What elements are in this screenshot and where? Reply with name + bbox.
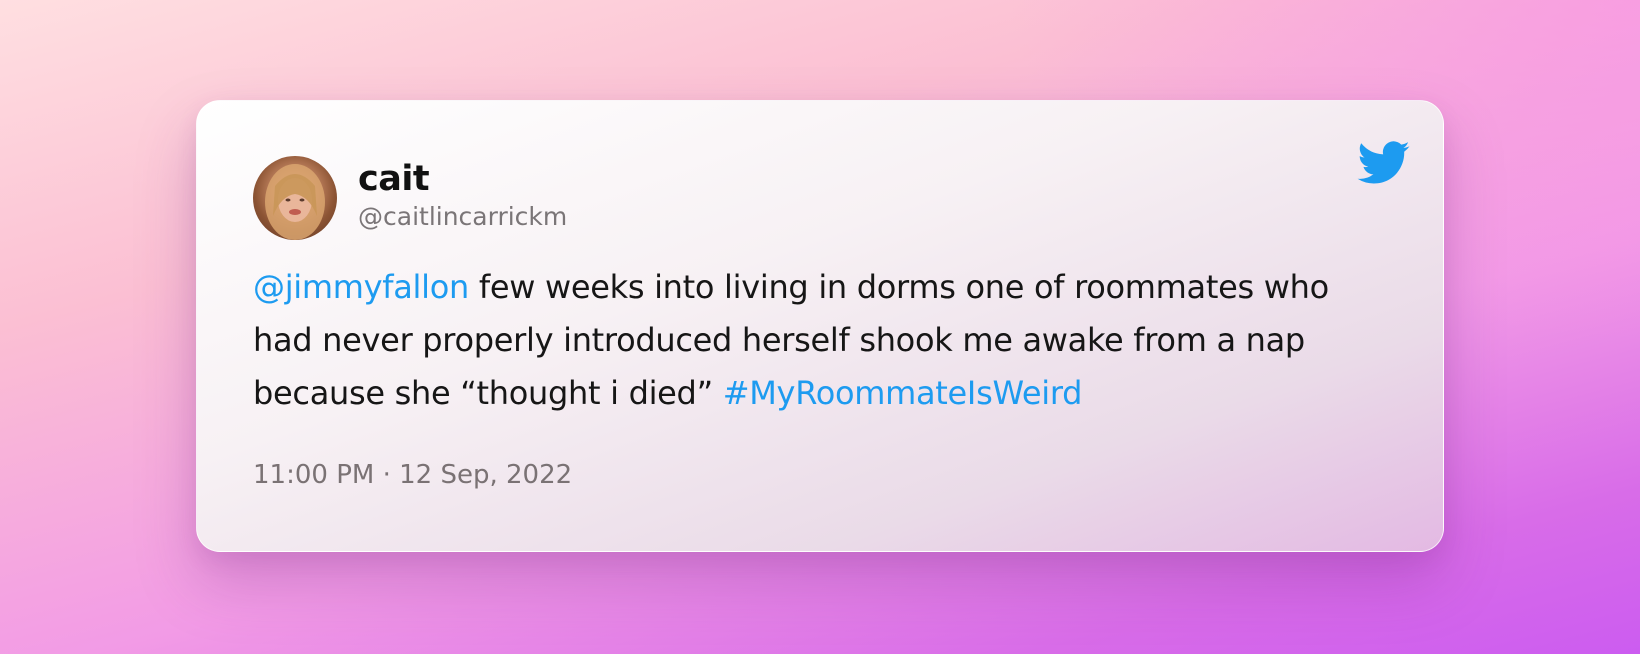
- tweet-line-2: had never properly introduced herself sh…: [253, 321, 1305, 359]
- twitter-bird-icon[interactable]: [1357, 141, 1411, 185]
- mention-link[interactable]: @jimmyfallon: [253, 268, 469, 306]
- tweet-line-1-text: few weeks into living in dorms one of ro…: [468, 268, 1329, 306]
- author-name[interactable]: cait: [358, 157, 430, 201]
- hashtag-link[interactable]: #MyRoommateIsWeird: [723, 374, 1083, 412]
- tweet-card: cait @caitlincarrickm @jimmyfallon few w…: [196, 100, 1444, 552]
- tweet-line-3: because she “thought i died” #MyRoommate…: [253, 367, 1373, 420]
- tweet-body: @jimmyfallon few weeks into living in do…: [253, 261, 1373, 420]
- tweet-line-3-text: because she “thought i died”: [253, 374, 723, 412]
- twitter-bird-icon-svg: [1357, 141, 1410, 184]
- avatar[interactable]: [253, 156, 337, 240]
- tweet-timestamp[interactable]: 11:00 PM · 12 Sep, 2022: [253, 457, 572, 493]
- tweet-line-1: @jimmyfallon few weeks into living in do…: [253, 261, 1373, 314]
- author-handle[interactable]: @caitlincarrickm: [358, 200, 567, 234]
- avatar-photo: [265, 164, 325, 240]
